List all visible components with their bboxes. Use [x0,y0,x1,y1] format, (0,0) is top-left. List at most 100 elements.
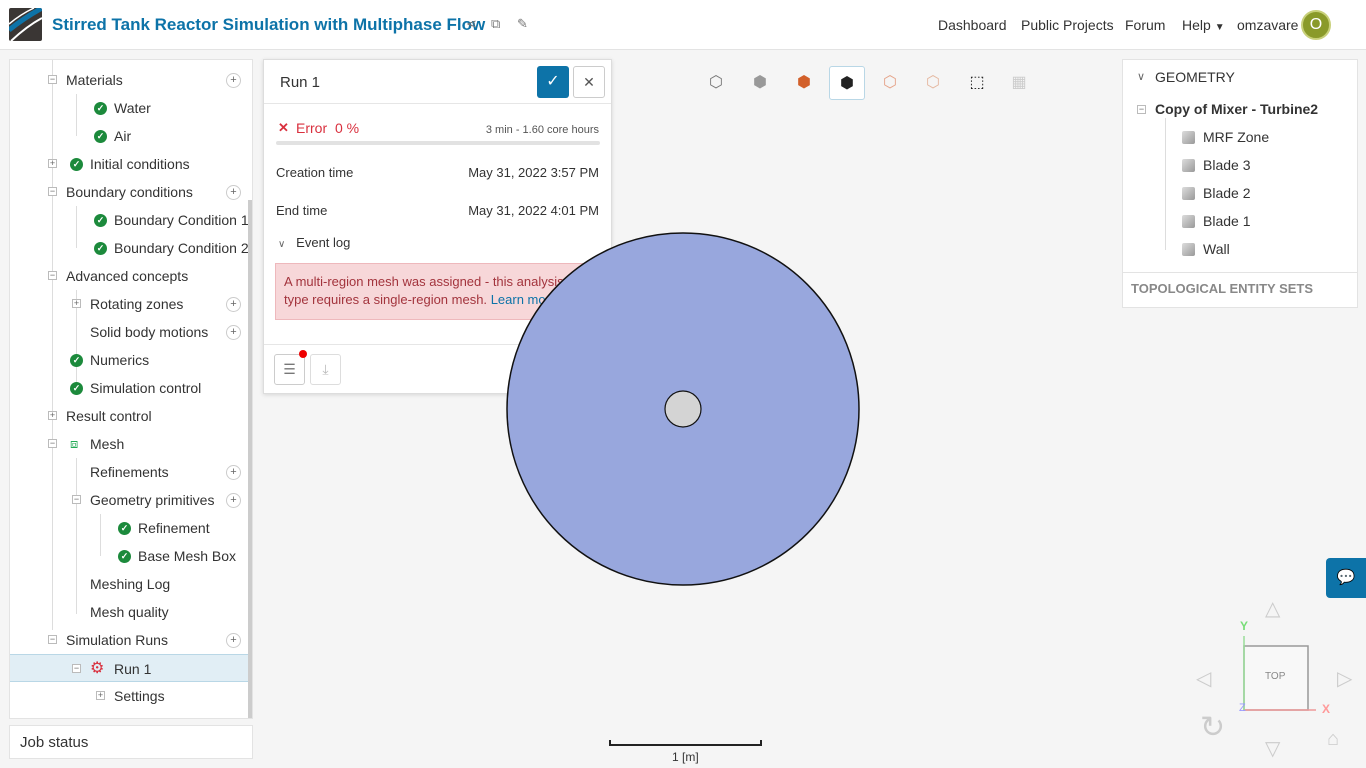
view-wireframe-icon[interactable]: ⬡ [698,66,734,100]
tree-item-mesh[interactable]: − ⧈ Mesh [10,430,250,458]
end-label: End time [276,203,328,218]
tree-item-geometry-primitives[interactable]: − Geometry primitives + [10,486,250,514]
tree-item-bc1[interactable]: ✓ Boundary Condition 1 [10,206,250,234]
username[interactable]: omzavare [1237,17,1298,33]
tree-label: Mesh [90,436,125,452]
box-select-icon[interactable]: ⬚ [959,66,995,100]
geometry-item-blade-3[interactable]: Blade 3 [1203,157,1250,173]
tree-label: Base Mesh Box [138,548,237,564]
tree-item-advanced-concepts[interactable]: − Advanced concepts [10,262,250,290]
add-icon[interactable]: + [226,325,241,340]
check-icon: ✓ [94,242,107,255]
log-list-button[interactable]: ☰ [274,350,307,385]
job-status-panel[interactable]: Job status [9,725,253,759]
rotate-view-icon[interactable]: ↻ [1200,710,1225,745]
tree-item-simulation-runs[interactable]: − Simulation Runs + [10,626,250,654]
topological-entity-sets[interactable]: TOPOLOGICAL ENTITY SETS [1131,281,1313,296]
tree-item-run-1[interactable]: − ⚙ Run 1 [10,654,252,682]
tree-item-solid-body-motions[interactable]: Solid body motions + [10,318,250,346]
nav-public-projects[interactable]: Public Projects [1021,17,1114,33]
tree-label: Geometry primitives [90,492,215,508]
nav-forum[interactable]: Forum [1125,17,1165,33]
geometry-item-blade-1[interactable]: Blade 1 [1203,213,1250,229]
tree-label: Materials [66,72,123,88]
tree-item-boundary-conditions[interactable]: − Boundary conditions + [10,178,250,206]
top-bar: Stirred Tank Reactor Simulation with Mul… [0,0,1366,50]
scale-label: 1 [m] [672,750,699,764]
tree-item-materials[interactable]: − Materials + [10,66,250,94]
rotate-left-icon[interactable]: ◁ [1196,666,1211,691]
add-icon[interactable]: + [226,297,241,312]
error-message: A multi-region mesh was assigned - this … [275,263,599,320]
add-icon[interactable]: + [226,185,241,200]
share-icon[interactable]: ⋖ [466,16,477,32]
tree-item-simulation-control[interactable]: ✓ Simulation control [10,374,250,402]
tree-label: Run 1 [114,661,152,677]
download-icon: ⤓ [322,361,329,377]
chevron-down-icon[interactable]: ∨ [1137,70,1145,83]
tree-item-initial-conditions[interactable]: + ✓ Initial conditions [10,150,250,178]
tree-label: Boundary Condition 2 [114,240,249,256]
view-vertices-icon[interactable]: ⬡ [872,66,908,100]
geometry-root[interactable]: Copy of Mixer - Turbine2 [1155,101,1318,117]
avatar[interactable]: O [1301,10,1331,40]
run-usage: 3 min - 1.60 core hours [485,124,599,136]
nav-help[interactable]: Help ▼ [1182,17,1225,33]
run-status: Error [296,120,328,136]
home-view-icon[interactable]: ⌂ [1327,728,1339,751]
confirm-button[interactable]: ✓ [537,66,569,98]
tree-scrollbar[interactable] [248,200,252,718]
view-surfaces-icon[interactable]: ⬢ [786,66,822,100]
tree-item-refinement[interactable]: ✓ Refinement [10,514,250,542]
tree-label: Refinement [138,520,210,536]
rotate-right-icon[interactable]: ▷ [1337,666,1352,691]
tree-item-numerics[interactable]: ✓ Numerics [10,346,250,374]
geometry-item-wall[interactable]: Wall [1203,241,1230,257]
tree-item-rotating-zones[interactable]: + Rotating zones + [10,290,250,318]
view-solid-icon[interactable]: ⬢ [742,66,778,100]
tree-label: Result control [66,408,152,424]
close-button[interactable]: ✕ [573,66,605,98]
rotate-up-icon[interactable]: △ [1265,596,1280,621]
tree-item-settings[interactable]: + Settings [10,682,250,710]
tree-label: Rotating zones [90,296,184,312]
tree-item-mesh-quality[interactable]: Mesh quality [10,598,250,626]
notification-dot [299,350,307,358]
check-icon: ✓ [94,102,107,115]
copy-icon[interactable]: ⧉ [491,16,500,32]
view-edges-icon[interactable]: ⬡ [915,66,951,100]
add-icon[interactable]: + [226,465,241,480]
tree-label: Boundary Condition 1 [114,212,249,228]
tree-item-water[interactable]: ✓ Water [10,94,250,122]
collapse-icon[interactable]: − [1137,105,1146,114]
run-progress-label: 0 % [335,120,360,136]
event-log-toggle[interactable]: ∨ Event log [278,235,350,250]
tree-label: Initial conditions [90,156,190,172]
tree-item-meshing-log[interactable]: Meshing Log [10,570,250,598]
tree-item-base-mesh-box[interactable]: ✓ Base Mesh Box [10,542,250,570]
shaft [664,390,702,428]
geometry-panel: ∨ GEOMETRY − Copy of Mixer - Turbine2 MR… [1122,59,1358,308]
add-icon[interactable]: + [226,493,241,508]
creation-label: Creation time [276,165,354,180]
tree-item-bc2[interactable]: ✓ Boundary Condition 2 [10,234,250,262]
edit-icon[interactable]: ✎ [517,16,528,32]
add-icon[interactable]: + [226,73,241,88]
geometry-item-blade-2[interactable]: Blade 2 [1203,185,1250,201]
download-button[interactable]: ⤓ [310,354,341,385]
tree-item-result-control[interactable]: + Result control [10,402,250,430]
axis-y-label: Y [1240,619,1249,633]
rotate-down-icon[interactable]: ▽ [1265,736,1280,761]
check-icon: ✓ [70,158,83,171]
tree-item-air[interactable]: ✓ Air [10,122,250,150]
view-faces-icon[interactable]: ⬢ [829,66,865,100]
mesh-view-icon[interactable]: ▦ [1001,66,1037,100]
add-icon[interactable]: + [226,633,241,648]
nav-dashboard[interactable]: Dashboard [938,17,1007,33]
check-icon: ✓ [118,522,131,535]
learn-more-link[interactable]: Learn more [491,292,557,307]
app-logo[interactable] [9,8,42,41]
chat-button[interactable]: 💬 [1326,558,1366,598]
tree-item-refinements[interactable]: Refinements + [10,458,250,486]
geometry-item-mrf-zone[interactable]: MRF Zone [1203,129,1269,145]
